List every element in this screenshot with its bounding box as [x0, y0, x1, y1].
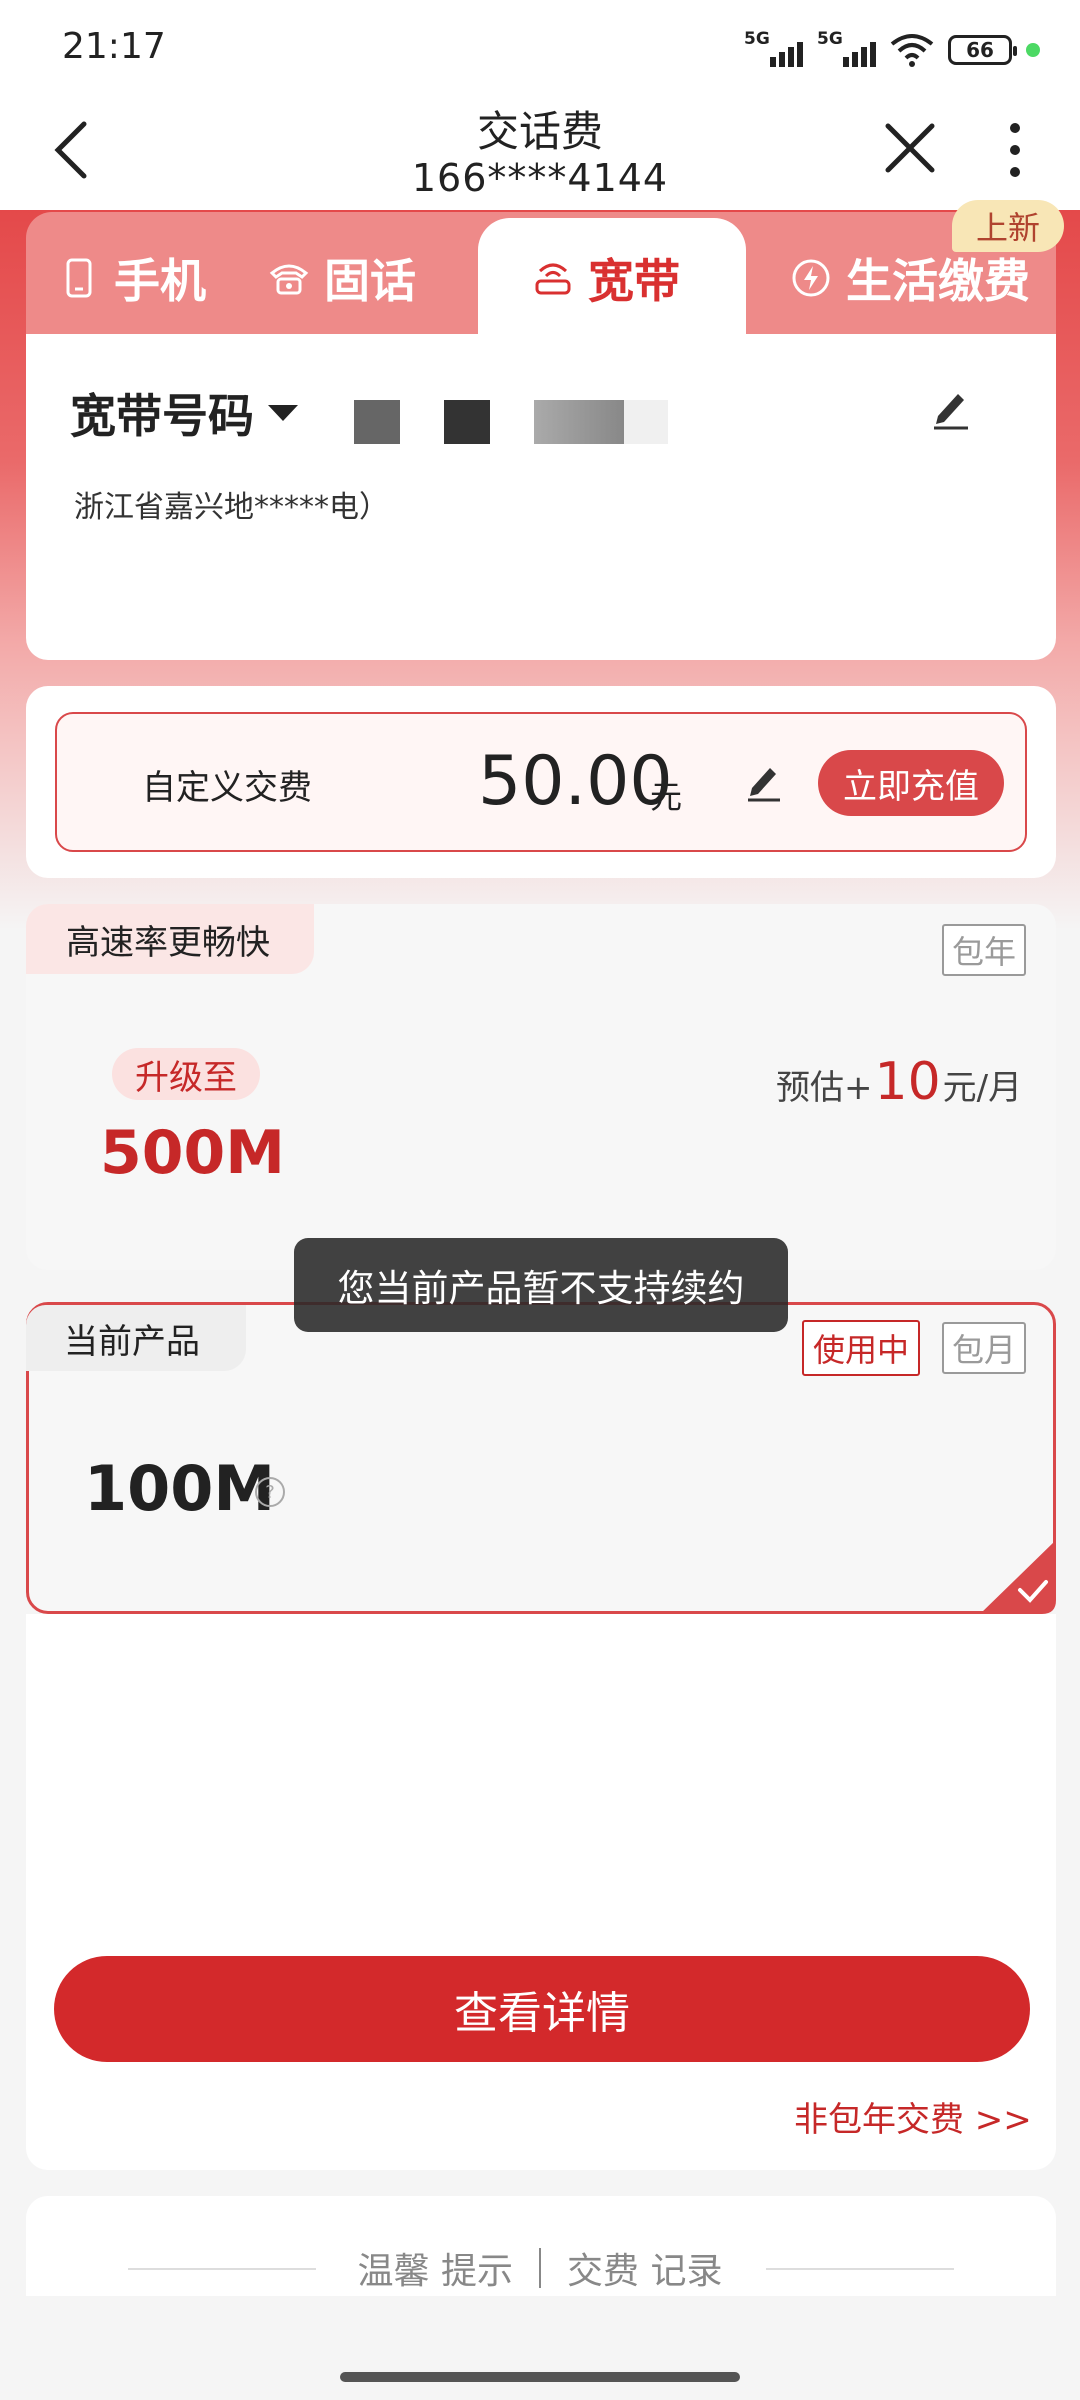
masked-number-block: [444, 400, 490, 444]
toast-message: 您当前产品暂不支持续约: [294, 1238, 788, 1332]
tab-label: 固话: [324, 254, 416, 308]
svg-text:?: ?: [265, 1482, 275, 1503]
records-link[interactable]: 交费 记录: [567, 2242, 722, 2294]
masked-number-block: [354, 400, 400, 444]
account-label: 宽带号码: [70, 389, 254, 443]
status-icons: 5G 5G 66: [744, 29, 1040, 70]
current-speed: 100M: [84, 1452, 276, 1525]
router-icon: [535, 263, 571, 295]
custom-pay-unit: 元: [650, 778, 683, 816]
bolt-icon: [792, 259, 830, 297]
more-icon[interactable]: [1000, 118, 1030, 182]
period-tag-monthly: 包月: [942, 1322, 1026, 1374]
selected-check-icon: [980, 1540, 1056, 1614]
masked-number-block: [534, 400, 624, 444]
price-unit: 元/月: [942, 1068, 1023, 1108]
landline-icon: [269, 264, 309, 295]
view-details-button[interactable]: 查看详情: [54, 1956, 1030, 2062]
account-address: 浙江省嘉兴地*****电）: [74, 490, 389, 525]
footer-links: 温馨 提示 交费 记录: [0, 2242, 1080, 2294]
custom-pay-label: 自定义交费: [142, 768, 312, 808]
edit-icon[interactable]: [928, 384, 972, 432]
account-selector[interactable]: 宽带号码: [70, 380, 298, 446]
phone-icon: [66, 258, 92, 298]
period-tag-yearly: 包年: [942, 924, 1026, 976]
help-icon[interactable]: ?: [254, 1476, 286, 1508]
custom-pay-amount: 50.00: [478, 742, 673, 821]
new-badge: 上新: [952, 200, 1064, 252]
non-yearly-pay-link[interactable]: 非包年交费 >>: [794, 2092, 1032, 2141]
signal-icon-2: 5G: [817, 29, 876, 67]
content-panel: [26, 1614, 1056, 2170]
current-product-tag: 当前产品: [26, 1305, 246, 1371]
masked-number-block: [624, 400, 668, 444]
tab-label: 生活缴费: [846, 254, 1030, 308]
in-use-tag: 使用中: [802, 1320, 920, 1376]
footer-separator: [539, 2248, 541, 2288]
upgrade-pill: 升级至: [112, 1048, 260, 1100]
tab-mobile[interactable]: 手机: [58, 248, 206, 308]
price-value: 10: [874, 1052, 941, 1112]
wifi-icon: [890, 34, 934, 67]
battery-icon: 66: [948, 35, 1017, 65]
status-time: 21:17: [62, 26, 166, 67]
close-icon[interactable]: [880, 118, 940, 178]
tips-link[interactable]: 温馨 提示: [358, 2242, 513, 2294]
edit-amount-icon[interactable]: [744, 760, 784, 802]
caret-down-icon: [268, 405, 298, 421]
upgrade-speed: 500M: [100, 1118, 285, 1188]
tab-broadband[interactable]: 宽带: [532, 248, 680, 308]
upgrade-corner-tag: 高速率更畅快: [26, 904, 314, 974]
signal-icon: 5G: [744, 29, 803, 67]
tab-landline[interactable]: 固话: [268, 248, 416, 308]
upgrade-price: 预估+ 10 元/月: [776, 1052, 1022, 1112]
price-prefix: 预估+: [776, 1068, 873, 1108]
home-indicator[interactable]: [340, 2372, 740, 2382]
recharge-now-button[interactable]: 立即充值: [818, 750, 1004, 816]
tab-utilities[interactable]: 生活缴费: [790, 248, 1030, 308]
privacy-indicator-dot: [1026, 43, 1040, 57]
tab-label: 手机: [114, 254, 206, 308]
tab-label: 宽带: [588, 254, 680, 308]
